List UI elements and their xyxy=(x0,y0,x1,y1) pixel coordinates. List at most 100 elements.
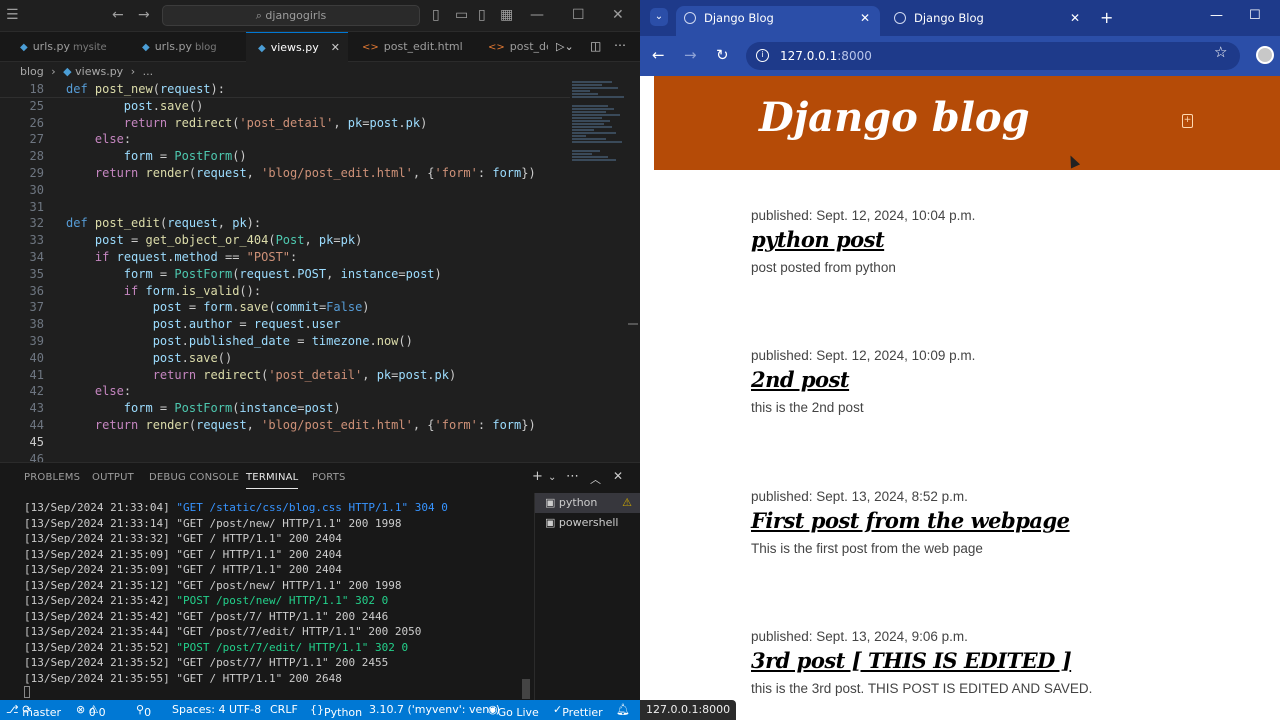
status-ports[interactable]: ⚲ 0 xyxy=(136,703,151,719)
status-indentation[interactable]: Spaces: 4 xyxy=(172,703,225,716)
more-actions-icon[interactable]: ⋯ xyxy=(614,38,626,52)
new-tab-icon[interactable]: + xyxy=(1100,8,1113,27)
terminal-dropdown-icon[interactable]: ⌄ xyxy=(548,472,556,483)
terminal-instance-powershell[interactable]: ▣ powershell xyxy=(535,513,640,533)
breadcrumb-folder[interactable]: blog xyxy=(20,65,44,78)
panel-tab-debug-console[interactable]: DEBUG CONSOLE xyxy=(149,472,239,483)
terminal-instance-python[interactable]: ▣ python ⚠ xyxy=(535,493,640,513)
terminal-request: "GET /post/new/ HTTP/1.1" 200 1998 xyxy=(176,516,402,530)
address-bar[interactable]: i 127.0.0.1:8000 xyxy=(746,42,1240,70)
post-title-link[interactable]: First post from the webpage xyxy=(751,508,1070,533)
code-line[interactable]: 33 post = get_object_or_404(Post, pk=pk) xyxy=(0,232,570,249)
editor-tab-3[interactable]: <> post_edit.html xyxy=(350,32,474,62)
status-branch[interactable]: ⎇ master ⟳ xyxy=(6,703,61,719)
panel-tab-output[interactable]: OUTPUT xyxy=(92,472,134,483)
terminal-request: "GET /post/7/ HTTP/1.1" 200 2446 xyxy=(176,609,389,623)
code-line[interactable]: 43 form = PostForm(instance=post) xyxy=(0,400,570,417)
panel-more-icon[interactable]: ⋯ xyxy=(566,469,579,484)
browser-back-icon[interactable]: ← xyxy=(652,46,665,64)
code-line[interactable]: 37 post = form.save(commit=False) xyxy=(0,299,570,316)
editor-tab-4[interactable]: <> post_deta xyxy=(476,32,548,62)
code-line[interactable]: 28 form = PostForm() xyxy=(0,148,570,165)
close-tab-icon[interactable]: ✕ xyxy=(1070,6,1080,30)
forward-arrow-icon[interactable]: → xyxy=(138,7,150,23)
panel-tab-problems[interactable]: PROBLEMS xyxy=(24,472,80,483)
panel-tab-ports[interactable]: PORTS xyxy=(312,472,346,483)
code-line[interactable]: 39 post.published_date = timezone.now() xyxy=(0,333,570,350)
site-info-icon[interactable]: i xyxy=(756,49,769,62)
code-line[interactable]: 42 else: xyxy=(0,383,570,400)
terminal-scrollbar[interactable] xyxy=(522,499,530,699)
minimap[interactable] xyxy=(572,80,630,170)
run-icon[interactable]: ▷⌄ xyxy=(556,40,574,53)
menu-icon[interactable]: ☰ xyxy=(6,7,19,23)
browser-tab-0[interactable]: Django Blog ✕ xyxy=(676,6,880,36)
status-interpreter[interactable]: 3.10.7 ('myvenv': venv) xyxy=(369,703,500,716)
code-line[interactable]: 40 post.save() xyxy=(0,350,570,367)
close-panel-icon[interactable]: ✕ xyxy=(613,469,623,483)
code-line[interactable]: 45 xyxy=(0,434,570,451)
profile-avatar[interactable] xyxy=(1256,46,1274,64)
toggle-sidebar-icon[interactable]: ▯ xyxy=(432,7,440,23)
code-line[interactable]: 44 return render(request, 'blog/post_edi… xyxy=(0,417,570,434)
breadcrumb-file[interactable]: views.py xyxy=(75,65,123,78)
back-arrow-icon[interactable]: ← xyxy=(112,7,124,23)
close-tab-icon[interactable]: ✕ xyxy=(331,41,340,54)
status-eol[interactable]: CRLF xyxy=(270,703,298,716)
tab-search-icon[interactable]: ⌄ xyxy=(650,8,668,26)
browser-tab-1[interactable]: Django Blog ✕ xyxy=(886,6,1090,36)
new-terminal-icon[interactable]: + xyxy=(532,469,543,484)
close-window-icon[interactable]: ✕ xyxy=(612,7,624,23)
code-line[interactable]: 41 return redirect('post_detail', pk=pos… xyxy=(0,367,570,384)
code-line[interactable]: 25 post.save() xyxy=(0,98,570,115)
add-post-icon[interactable]: + xyxy=(1182,114,1193,128)
minimize-browser-icon[interactable]: — xyxy=(1210,8,1223,23)
toggle-panel-icon[interactable]: ▭ xyxy=(455,7,468,23)
editor-tab-2[interactable]: ◆ views.py ✕ xyxy=(246,32,348,62)
editor-tab-0[interactable]: ◆ urls.py mysite xyxy=(8,32,128,62)
post-title-link[interactable]: python post xyxy=(751,227,885,252)
panel-tab-terminal[interactable]: TERMINAL xyxy=(246,472,299,489)
code-line[interactable]: 30 xyxy=(0,182,570,199)
code-line[interactable]: 27 else: xyxy=(0,131,570,148)
terminal-output[interactable]: [13/Sep/2024 21:33:04] "GET /static/css/… xyxy=(24,500,524,686)
split-editor-icon[interactable]: ◫ xyxy=(590,39,601,53)
status-golive[interactable]: ◉ Go Live xyxy=(488,703,539,719)
post-title-link[interactable]: 2nd post xyxy=(751,367,850,392)
status-prettier[interactable]: ✓ Prettier xyxy=(553,703,603,719)
maximize-icon[interactable]: ☐ xyxy=(572,7,585,23)
bookmark-star-icon[interactable]: ☆ xyxy=(1214,43,1227,61)
maximize-panel-icon[interactable]: ︿ xyxy=(590,471,601,487)
code-line[interactable]: 32 def post_edit(request, pk): xyxy=(0,215,570,232)
maximize-browser-icon[interactable]: ☐ xyxy=(1249,8,1261,23)
minimize-icon[interactable]: — xyxy=(530,7,544,23)
code-line[interactable]: 31 xyxy=(0,199,570,216)
command-center-search[interactable]: ⌕ djangogirls xyxy=(162,5,420,26)
blog-brand[interactable]: Django blog xyxy=(759,94,1030,141)
minimap-line xyxy=(572,138,606,140)
code-editor[interactable]: 18 def post_new(request): 25 post.save() 26… xyxy=(0,80,640,462)
notifications-bell-icon[interactable]: 🔔︎ xyxy=(616,703,630,716)
code-line[interactable]: 26 return redirect('post_detail', pk=pos… xyxy=(0,115,570,132)
toggle-secondary-sidebar-icon[interactable]: ▯ xyxy=(478,7,486,23)
editor-tab-1[interactable]: ◆ urls.py blog xyxy=(130,32,244,62)
blog-post: published: Sept. 12, 2024, 10:04 p.m. pyt… xyxy=(751,208,1251,275)
terminal-line: [13/Sep/2024 21:35:09] "GET / HTTP/1.1" … xyxy=(24,562,524,578)
reload-icon[interactable]: ↻ xyxy=(716,46,729,64)
code-line[interactable]: 46 xyxy=(0,451,570,462)
browser-forward-icon[interactable]: → xyxy=(684,46,697,64)
post-title-link[interactable]: 3rd post [ THIS IS EDITED ] xyxy=(751,648,1072,673)
code-line[interactable]: 29 return render(request, 'blog/post_edi… xyxy=(0,165,570,182)
status-language[interactable]: {} Python xyxy=(310,703,362,719)
code-line[interactable]: 34 if request.method == "POST": xyxy=(0,249,570,266)
breadcrumb-symbol[interactable]: ... xyxy=(143,65,154,78)
terminal-request: "GET /post/new/ HTTP/1.1" 200 1998 xyxy=(176,578,402,592)
close-tab-icon[interactable]: ✕ xyxy=(860,6,870,30)
customize-layout-icon[interactable]: ▦ xyxy=(500,7,513,23)
status-problems[interactable]: ⊗ 0 ⚠ 0 xyxy=(76,703,106,719)
code-line[interactable]: 38 post.author = request.user xyxy=(0,316,570,333)
code-line[interactable]: 35 form = PostForm(request.POST, instanc… xyxy=(0,266,570,283)
code-line[interactable]: 18 def post_new(request): xyxy=(0,81,570,98)
status-encoding[interactable]: UTF-8 xyxy=(229,703,261,716)
code-line[interactable]: 36 if form.is_valid(): xyxy=(0,283,570,300)
